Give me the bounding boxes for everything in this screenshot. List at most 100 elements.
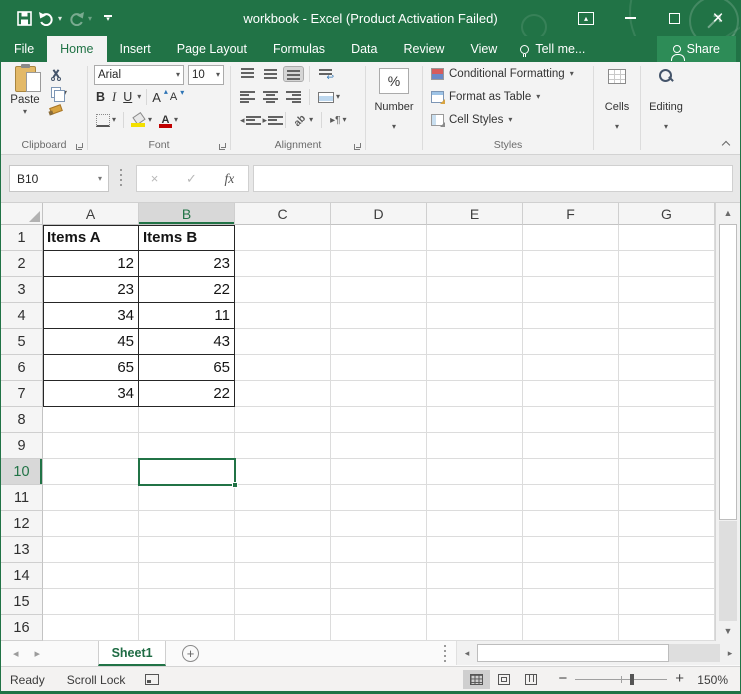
cell-E13[interactable] xyxy=(427,537,523,563)
cell-B3[interactable]: 22 xyxy=(139,277,235,303)
cell-C16[interactable] xyxy=(235,615,331,641)
scroll-down-icon[interactable]: ▼ xyxy=(716,621,740,641)
page-layout-view-button[interactable] xyxy=(490,670,517,689)
cell-D1[interactable] xyxy=(331,225,427,251)
cell-B9[interactable] xyxy=(139,433,235,459)
close-button[interactable]: × xyxy=(696,0,740,36)
cell-C10[interactable] xyxy=(235,459,331,485)
font-dialog-launcher-icon[interactable] xyxy=(219,142,227,150)
tab-home[interactable]: Home xyxy=(47,36,106,62)
cell-F4[interactable] xyxy=(523,303,619,329)
cell-E8[interactable] xyxy=(427,407,523,433)
fill-color-button[interactable]: ▾ xyxy=(129,113,154,128)
align-left-button[interactable] xyxy=(238,90,257,105)
italic-button[interactable]: I xyxy=(110,90,118,105)
cell-A7[interactable]: 34 xyxy=(43,381,139,407)
cell-E16[interactable] xyxy=(427,615,523,641)
maximize-button[interactable] xyxy=(652,0,696,36)
cell-F9[interactable] xyxy=(523,433,619,459)
cell-G4[interactable] xyxy=(619,303,715,329)
cell-B14[interactable] xyxy=(139,563,235,589)
number-dropdown-icon[interactable]: ▾ xyxy=(366,116,422,134)
orientation-button[interactable]: ab▾ xyxy=(292,114,315,127)
redo-dropdown-icon[interactable]: ▾ xyxy=(88,14,92,23)
row-header-5[interactable]: 5 xyxy=(1,329,43,355)
paste-dropdown-icon[interactable]: ▾ xyxy=(23,108,27,116)
cell-B5[interactable]: 43 xyxy=(139,329,235,355)
cell-G7[interactable] xyxy=(619,381,715,407)
cell-F5[interactable] xyxy=(523,329,619,355)
paste-button[interactable]: Paste ▾ xyxy=(6,66,44,116)
cell-F13[interactable] xyxy=(523,537,619,563)
cell-E1[interactable] xyxy=(427,225,523,251)
merge-center-button[interactable]: ▾ xyxy=(316,91,342,104)
row-header-9[interactable]: 9 xyxy=(1,433,43,459)
cell-E5[interactable] xyxy=(427,329,523,355)
cell-C3[interactable] xyxy=(235,277,331,303)
cell-G9[interactable] xyxy=(619,433,715,459)
cell-F12[interactable] xyxy=(523,511,619,537)
cell-C1[interactable] xyxy=(235,225,331,251)
cell-D7[interactable] xyxy=(331,381,427,407)
cell-D2[interactable] xyxy=(331,251,427,277)
cell-C4[interactable] xyxy=(235,303,331,329)
cell-E10[interactable] xyxy=(427,459,523,485)
cell-B2[interactable]: 23 xyxy=(139,251,235,277)
cell-C6[interactable] xyxy=(235,355,331,381)
increase-indent-button[interactable]: ▸ xyxy=(261,114,280,127)
name-box[interactable]: B10 ▾ xyxy=(9,165,109,192)
cells-group[interactable]: Cells ▾ xyxy=(594,62,640,154)
zoom-slider-handle[interactable] xyxy=(630,674,634,685)
tab-scroll-splitter[interactable] xyxy=(444,645,446,662)
cell-styles-button[interactable]: Cell Styles ▾ xyxy=(431,114,512,126)
column-header-A[interactable]: A xyxy=(43,203,139,225)
vertical-scroll-thumb[interactable] xyxy=(719,224,737,520)
row-header-13[interactable]: 13 xyxy=(1,537,43,563)
font-size-combo[interactable]: 10▾ xyxy=(188,65,224,85)
align-right-button[interactable] xyxy=(284,90,303,105)
save-icon[interactable] xyxy=(17,11,32,26)
row-header-1[interactable]: 1 xyxy=(1,225,43,251)
vertical-scrollbar[interactable]: ▲ ▼ xyxy=(715,203,740,641)
cell-F7[interactable] xyxy=(523,381,619,407)
cell-E2[interactable] xyxy=(427,251,523,277)
copy-button[interactable]: ▾ xyxy=(49,86,69,99)
fill-handle[interactable] xyxy=(232,482,238,488)
cell-A4[interactable]: 34 xyxy=(43,303,139,329)
cell-C11[interactable] xyxy=(235,485,331,511)
cell-D11[interactable] xyxy=(331,485,427,511)
column-header-G[interactable]: G xyxy=(619,203,715,225)
percent-style-icon[interactable]: % xyxy=(379,68,409,94)
format-as-table-button[interactable]: Format as Table ▾ xyxy=(431,91,540,103)
cell-F10[interactable] xyxy=(523,459,619,485)
cell-B13[interactable] xyxy=(139,537,235,563)
wrap-text-button[interactable] xyxy=(316,67,335,81)
redo-icon[interactable] xyxy=(68,11,85,26)
increase-font-size-button[interactable]: A xyxy=(152,90,167,105)
cell-E3[interactable] xyxy=(427,277,523,303)
cell-E7[interactable] xyxy=(427,381,523,407)
cell-G1[interactable] xyxy=(619,225,715,251)
cell-G15[interactable] xyxy=(619,589,715,615)
customize-qat-icon[interactable]: ▾ xyxy=(104,15,112,22)
row-header-3[interactable]: 3 xyxy=(1,277,43,303)
editing-group[interactable]: Editing ▾ xyxy=(641,62,691,154)
page-break-view-button[interactable] xyxy=(517,670,544,689)
cell-A16[interactable] xyxy=(43,615,139,641)
cell-G3[interactable] xyxy=(619,277,715,303)
row-header-7[interactable]: 7 xyxy=(1,381,43,407)
cell-F6[interactable] xyxy=(523,355,619,381)
macro-record-icon[interactable] xyxy=(145,674,159,685)
align-center-button[interactable] xyxy=(261,90,280,105)
undo-icon[interactable] xyxy=(38,11,55,26)
cells-dropdown-icon[interactable]: ▾ xyxy=(594,116,640,134)
cell-C7[interactable] xyxy=(235,381,331,407)
tab-review[interactable]: Review xyxy=(390,36,457,62)
tab-formulas[interactable]: Formulas xyxy=(260,36,338,62)
cell-D15[interactable] xyxy=(331,589,427,615)
column-header-B[interactable]: B xyxy=(139,203,235,225)
cell-D9[interactable] xyxy=(331,433,427,459)
scroll-left-icon[interactable]: ◂ xyxy=(457,641,477,665)
cell-A11[interactable] xyxy=(43,485,139,511)
column-header-C[interactable]: C xyxy=(235,203,331,225)
